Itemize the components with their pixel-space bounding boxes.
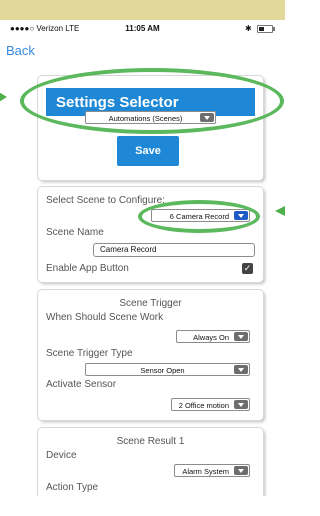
when-scene-work-value: Always On — [193, 333, 229, 342]
device-dropdown[interactable]: Alarm System — [174, 464, 250, 477]
chevron-down-icon — [234, 466, 248, 475]
bottom-whitespace — [0, 496, 285, 516]
annotation-arrow-left — [0, 91, 7, 103]
status-bar: ●●●●○ Verizon LTE 11:05 AM ✱ — [0, 20, 285, 38]
back-button[interactable]: Back — [6, 43, 35, 58]
trigger-type-value: Sensor Open — [140, 366, 185, 375]
when-scene-work-dropdown[interactable]: Always On — [176, 330, 250, 343]
action-type-label: Action Type — [46, 482, 99, 493]
bluetooth-icon: ✱ — [245, 24, 252, 33]
highlight-ellipse-settings — [20, 68, 284, 134]
scene-trigger-panel: Scene Trigger When Should Scene Work Alw… — [38, 290, 263, 420]
chevron-down-icon — [234, 332, 248, 341]
select-scene-label: Select Scene to Configure: — [46, 195, 165, 206]
device-value: Alarm System — [182, 467, 229, 476]
when-scene-work-label: When Should Scene Work — [46, 312, 164, 323]
status-time: 11:05 AM — [125, 24, 160, 33]
highlight-ellipse-scene — [138, 200, 260, 233]
activate-sensor-label: Activate Sensor — [46, 379, 117, 390]
battery-icon — [257, 25, 275, 33]
save-button[interactable]: Save — [117, 136, 179, 166]
activate-sensor-dropdown[interactable]: 2 Office motion — [171, 398, 250, 411]
trigger-type-dropdown[interactable]: Sensor Open — [85, 363, 250, 376]
top-band — [0, 0, 285, 20]
scene-trigger-heading: Scene Trigger — [119, 298, 182, 309]
chevron-down-icon — [234, 365, 248, 374]
chevron-down-icon — [234, 400, 248, 409]
enable-app-button-checkbox[interactable]: ✓ — [242, 263, 253, 274]
scene-result-heading: Scene Result 1 — [116, 436, 185, 447]
activate-sensor-value: 2 Office motion — [178, 401, 229, 410]
scene-name-input[interactable]: Camera Record — [93, 243, 255, 257]
enable-app-button-label: Enable App Button — [46, 263, 129, 274]
annotation-arrow-right — [275, 206, 285, 216]
device-label: Device — [46, 450, 77, 461]
trigger-type-label: Scene Trigger Type — [46, 348, 133, 359]
scene-name-label: Scene Name — [46, 227, 104, 238]
